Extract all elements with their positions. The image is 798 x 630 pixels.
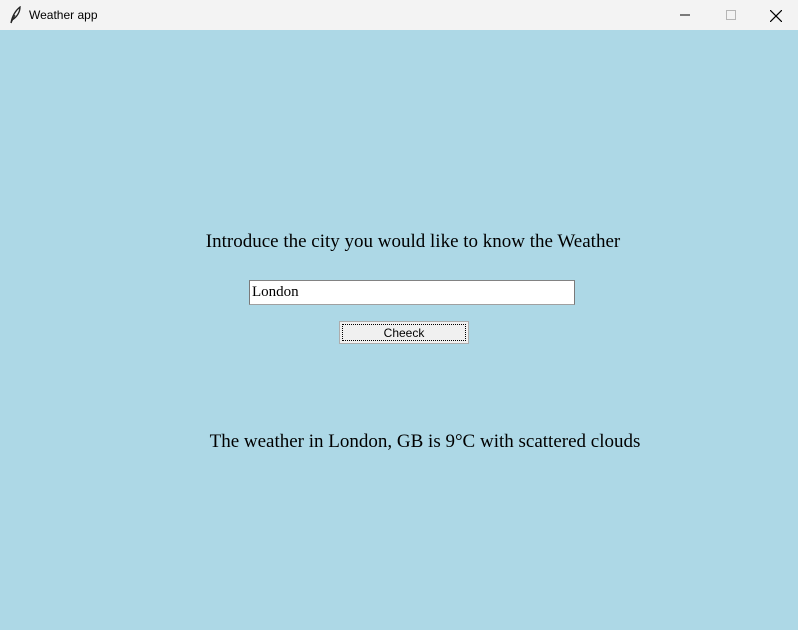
feather-icon bbox=[8, 5, 22, 24]
close-button[interactable] bbox=[752, 0, 798, 30]
city-input[interactable] bbox=[249, 280, 575, 305]
weather-app-window: Weather app Introduce the city you would… bbox=[0, 0, 798, 630]
title-bar[interactable]: Weather app bbox=[0, 0, 798, 30]
check-button-label: Cheeck bbox=[383, 326, 425, 340]
maximize-button[interactable] bbox=[708, 0, 754, 30]
maximize-icon bbox=[726, 10, 736, 20]
check-button[interactable]: Cheeck bbox=[339, 321, 469, 344]
close-icon bbox=[770, 10, 782, 22]
minimize-icon bbox=[680, 14, 690, 16]
minimize-button[interactable] bbox=[662, 0, 708, 30]
window-title: Weather app bbox=[29, 8, 98, 22]
city-prompt-label: Introduce the city you would like to kno… bbox=[205, 231, 621, 252]
weather-result-text: The weather in London, GB is 9°C with sc… bbox=[209, 431, 641, 452]
